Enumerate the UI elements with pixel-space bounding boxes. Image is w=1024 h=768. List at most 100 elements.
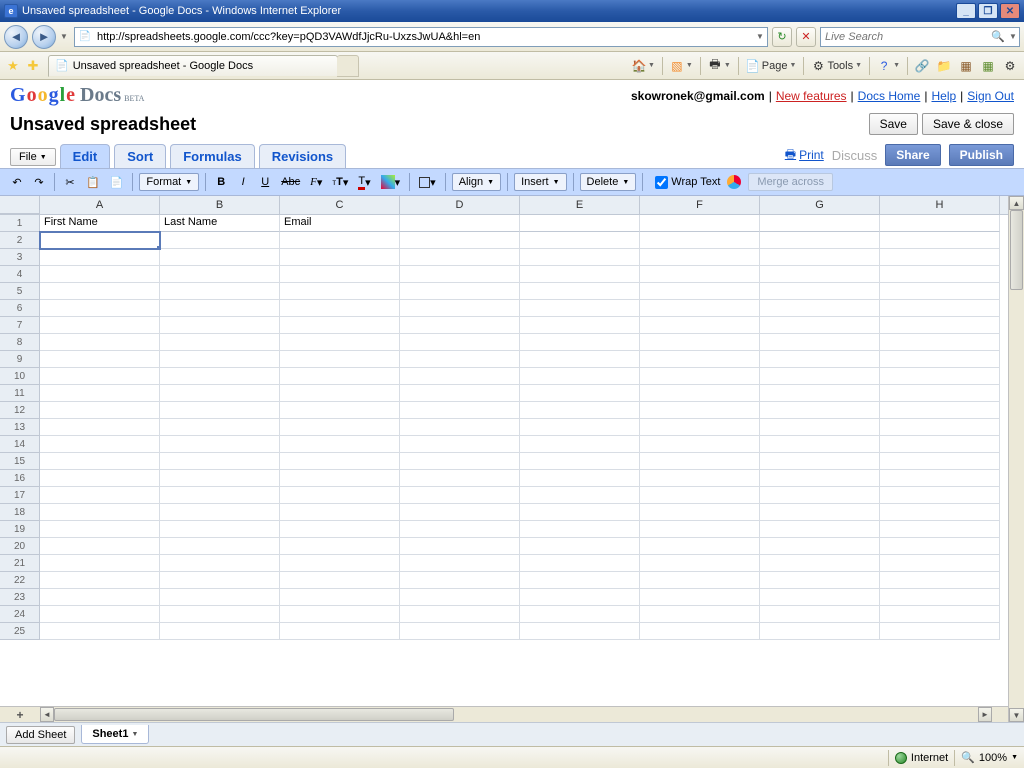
underline-button[interactable]: U	[256, 172, 274, 192]
forward-button[interactable]: ►	[32, 25, 56, 49]
chart-icon[interactable]	[724, 172, 744, 192]
row-header[interactable]: 8	[0, 334, 40, 351]
cell[interactable]	[640, 351, 760, 368]
cell[interactable]	[160, 334, 280, 351]
cell[interactable]	[160, 453, 280, 470]
cell[interactable]	[280, 623, 400, 640]
search-icon[interactable]: 🔍	[989, 30, 1007, 43]
cell[interactable]	[760, 283, 880, 300]
addon-icon-3[interactable]: ▦	[956, 56, 976, 76]
cell[interactable]	[400, 300, 520, 317]
cell[interactable]	[640, 504, 760, 521]
cell[interactable]	[400, 504, 520, 521]
row-header[interactable]: 13	[0, 419, 40, 436]
row-header[interactable]: 22	[0, 572, 40, 589]
cell[interactable]	[880, 215, 1000, 232]
cell[interactable]	[880, 419, 1000, 436]
maximize-button[interactable]: ❐	[978, 3, 998, 19]
column-header[interactable]: G	[760, 196, 880, 214]
address-bar[interactable]: 📄 ▼	[74, 27, 768, 47]
cell[interactable]	[880, 300, 1000, 317]
cell[interactable]	[880, 402, 1000, 419]
row-header[interactable]: 12	[0, 402, 40, 419]
cell[interactable]	[280, 419, 400, 436]
help-link[interactable]: Help	[931, 89, 956, 103]
tab-formulas[interactable]: Formulas	[170, 144, 255, 168]
cell[interactable]	[520, 436, 640, 453]
cell[interactable]	[400, 572, 520, 589]
cell[interactable]	[640, 402, 760, 419]
cell[interactable]	[520, 419, 640, 436]
insert-menu[interactable]: Insert▼	[514, 173, 566, 191]
cell[interactable]	[520, 606, 640, 623]
cell[interactable]	[640, 215, 760, 232]
browser-search[interactable]: 🔍 ▼	[820, 27, 1020, 47]
cell[interactable]	[880, 555, 1000, 572]
cell[interactable]	[520, 538, 640, 555]
cell[interactable]	[520, 334, 640, 351]
cell[interactable]	[40, 317, 160, 334]
cell[interactable]	[880, 623, 1000, 640]
cell[interactable]	[280, 606, 400, 623]
cell[interactable]	[520, 504, 640, 521]
stop-button[interactable]: ✕	[796, 27, 816, 47]
fill-color-button[interactable]: ▾	[378, 172, 404, 192]
cell[interactable]	[400, 487, 520, 504]
cell[interactable]: First Name	[40, 215, 160, 232]
refresh-button[interactable]: ↻	[772, 27, 792, 47]
cell[interactable]	[400, 266, 520, 283]
cell[interactable]	[640, 589, 760, 606]
cell[interactable]	[160, 249, 280, 266]
cell[interactable]	[760, 402, 880, 419]
column-header[interactable]: B	[160, 196, 280, 214]
cell[interactable]	[640, 334, 760, 351]
browser-tab[interactable]: 📄 Unsaved spreadsheet - Google Docs	[48, 55, 338, 77]
cell[interactable]	[40, 334, 160, 351]
cell[interactable]	[880, 385, 1000, 402]
cell[interactable]	[640, 521, 760, 538]
italic-button[interactable]: I	[234, 172, 252, 192]
publish-button[interactable]: Publish	[949, 144, 1014, 166]
bold-button[interactable]: B	[212, 172, 230, 192]
cell[interactable]	[880, 538, 1000, 555]
cell[interactable]: Last Name	[160, 215, 280, 232]
cell[interactable]	[280, 555, 400, 572]
scroll-up-button[interactable]: ▲	[1009, 196, 1024, 210]
addon-icon-1[interactable]: 🔗	[912, 56, 932, 76]
cell[interactable]	[760, 334, 880, 351]
column-header[interactable]: H	[880, 196, 1000, 214]
cell[interactable]	[520, 402, 640, 419]
cell[interactable]	[760, 232, 880, 249]
row-header[interactable]: 4	[0, 266, 40, 283]
cell[interactable]	[760, 317, 880, 334]
wrap-checkbox[interactable]	[655, 176, 668, 189]
cell[interactable]	[880, 232, 1000, 249]
print-button[interactable]: 🖶▼	[705, 56, 734, 76]
vertical-scrollbar[interactable]: ▲ ▼	[1008, 196, 1024, 722]
cell[interactable]	[160, 436, 280, 453]
cell[interactable]	[160, 385, 280, 402]
cell[interactable]	[640, 317, 760, 334]
cell[interactable]	[400, 436, 520, 453]
row-header[interactable]: 23	[0, 589, 40, 606]
text-color-button[interactable]: T▾	[355, 172, 373, 192]
row-header[interactable]: 5	[0, 283, 40, 300]
zoom-control[interactable]: 🔍100%▼	[961, 751, 1018, 764]
cell[interactable]	[160, 266, 280, 283]
cell[interactable]	[640, 470, 760, 487]
cell[interactable]	[280, 317, 400, 334]
discuss-button[interactable]: Discuss	[832, 148, 878, 163]
row-header[interactable]: 6	[0, 300, 40, 317]
cell[interactable]	[760, 606, 880, 623]
row-header[interactable]: 7	[0, 317, 40, 334]
cell[interactable]	[520, 266, 640, 283]
cell[interactable]	[160, 283, 280, 300]
cell[interactable]	[160, 487, 280, 504]
cell[interactable]	[520, 283, 640, 300]
cell[interactable]	[400, 402, 520, 419]
cell[interactable]	[400, 538, 520, 555]
column-header[interactable]: E	[520, 196, 640, 214]
cell[interactable]	[880, 334, 1000, 351]
cell[interactable]	[40, 300, 160, 317]
scroll-left-button[interactable]: ◄	[40, 707, 54, 722]
